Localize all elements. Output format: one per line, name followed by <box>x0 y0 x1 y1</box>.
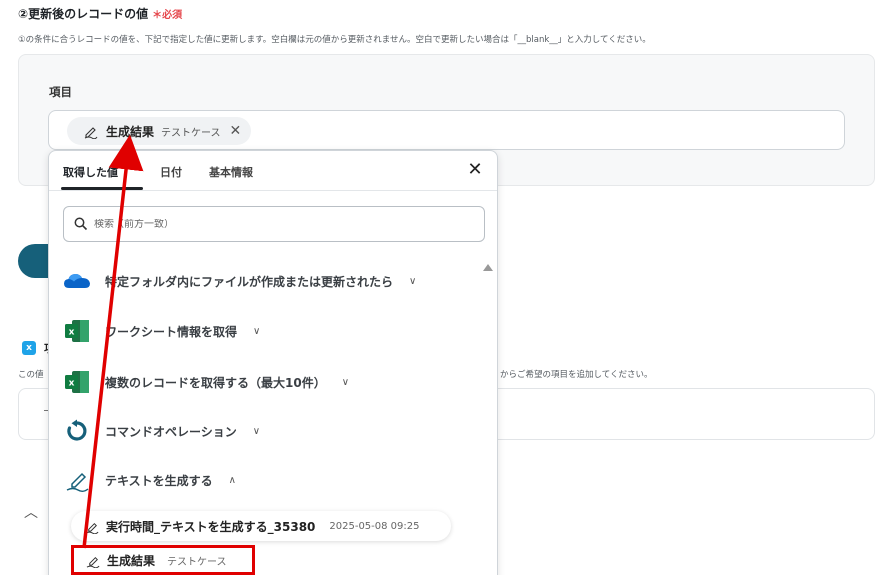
field-label: 項目 <box>49 85 72 99</box>
group-label: 特定フォルダ内にファイルが作成または更新されたら <box>105 274 394 289</box>
group-onedrive-trigger[interactable]: 特定フォルダ内にファイルが作成または更新されたら ∨ <box>63 266 416 296</box>
chevron-down-icon: ∨ <box>252 425 261 437</box>
group-command-operation[interactable]: コマンドオペレーション ∨ <box>63 416 260 446</box>
group-label: コマンドオペレーション <box>105 424 237 439</box>
section-description: ①の条件に合うレコードの値を、下記で指定した値に更新します。空白欄は元の値から更… <box>18 35 651 45</box>
close-icon[interactable]: ✕ <box>465 160 485 180</box>
refresh-icon <box>63 417 91 445</box>
group-label: テキストを生成する <box>105 473 213 488</box>
picker-tabs: 取得した値 日付 基本情報 ✕ <box>49 151 497 191</box>
pen-icon <box>63 466 91 494</box>
group-label: 複数のレコードを取得する（最大10件） <box>105 375 326 390</box>
pen-icon <box>86 556 100 568</box>
collapse-chevron-icon[interactable]: ︿ <box>24 502 38 522</box>
chip-name: 生成結果 <box>106 124 155 139</box>
chevron-down-icon: ∨ <box>253 325 261 337</box>
search-icon <box>74 217 88 231</box>
group-label: ワークシート情報を取得 <box>105 324 238 339</box>
tab-acquired-values[interactable]: 取得した値 <box>63 164 118 180</box>
scroll-up-icon[interactable] <box>483 264 493 271</box>
item-name: 生成結果 <box>107 553 156 568</box>
tab-basic-info[interactable]: 基本情報 <box>209 164 253 180</box>
required-badge: ＊必須 <box>152 10 183 21</box>
subsection-desc-left: この値 <box>18 370 44 380</box>
excel-icon: x <box>63 368 91 396</box>
subsection-desc-right: からご希望の項目を追加してください。 <box>500 370 653 380</box>
section-title: ②更新後のレコードの値 ＊必須 <box>18 5 182 22</box>
excel-icon: x <box>63 317 91 345</box>
item-generated-result[interactable]: 生成結果 テストケース <box>71 545 255 575</box>
value-chip[interactable]: 生成結果 テストケース ✕ <box>67 117 252 145</box>
group-excel-records[interactable]: x 複数のレコードを取得する（最大10件） ∨ <box>63 367 349 397</box>
pen-icon <box>84 127 98 139</box>
active-tab-indicator <box>61 187 143 190</box>
group-generate-text[interactable]: テキストを生成する ∧ <box>63 465 236 495</box>
chevron-up-icon: ∧ <box>228 474 236 486</box>
item-name: 実行時間_テキストを生成する_35380 <box>106 519 316 534</box>
tab-date[interactable]: 日付 <box>160 164 182 180</box>
field-input[interactable]: 生成結果 テストケース ✕ <box>48 110 845 150</box>
pen-icon <box>85 522 99 534</box>
item-value: テストケース <box>167 556 227 568</box>
search-input[interactable] <box>94 218 474 230</box>
value-picker-dropdown: 取得した値 日付 基本情報 ✕ 特定フォルダ内にファイルが作成または更新されたら… <box>48 150 498 575</box>
badge-icon: x <box>22 341 36 355</box>
item-execution-time[interactable]: 実行時間_テキストを生成する_35380 2025-05-08 09:25 <box>71 511 451 541</box>
group-excel-worksheet[interactable]: x ワークシート情報を取得 ∨ <box>63 316 260 346</box>
svg-text:x: x <box>69 379 75 389</box>
svg-text:x: x <box>69 328 75 338</box>
chevron-down-icon: ∨ <box>341 376 350 388</box>
chevron-down-icon: ∨ <box>409 275 417 287</box>
chip-value: テストケース <box>161 127 221 139</box>
search-box[interactable] <box>63 206 485 242</box>
onedrive-icon <box>63 267 91 295</box>
chip-remove-icon[interactable]: ✕ <box>230 123 242 139</box>
item-value: 2025-05-08 09:25 <box>329 520 420 532</box>
section-title-text: ②更新後のレコードの値 <box>18 7 149 21</box>
